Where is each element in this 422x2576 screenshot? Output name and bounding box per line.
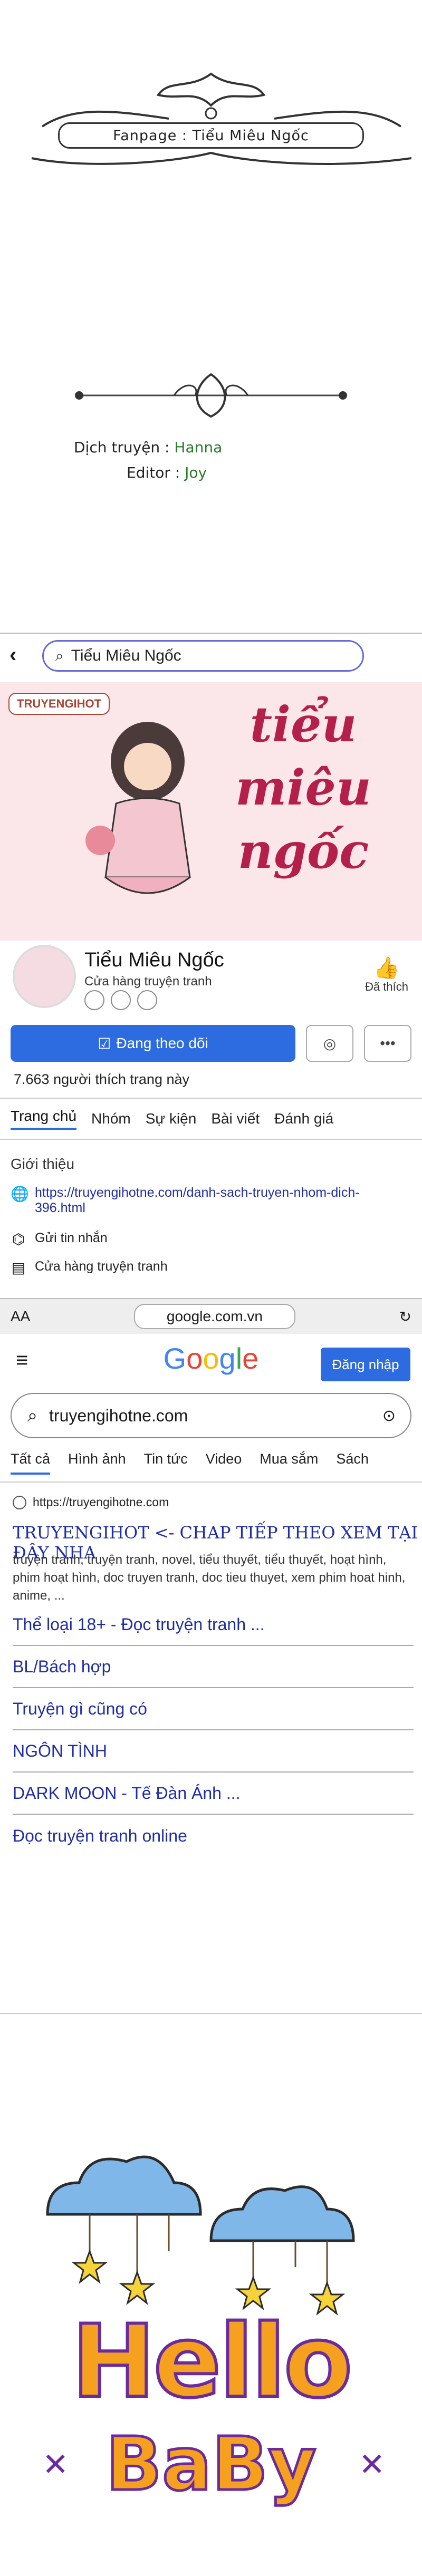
- sparkle-icon: ✕: [42, 2447, 69, 2482]
- profile-row: Tiểu Miêu Ngốc Cửa hàng truyện tranh 👍 Đ…: [0, 945, 422, 1010]
- fb-tab-bar: Trang chủ Nhóm Sự kiện Bài viết Đánh giá: [0, 1098, 422, 1140]
- messenger-icon: ⌬: [12, 1231, 25, 1247]
- result-site: https://truyengihotne.com: [13, 1495, 169, 1509]
- shop-icon: ▤: [11, 1260, 26, 1276]
- sparkle-icon: ✕: [359, 2447, 386, 2482]
- google-screenshot: ≡ Google Đăng nhập ⌕ truyengihotne.com ⊙…: [0, 1334, 422, 2014]
- check-icon: ☑: [98, 1035, 111, 1052]
- action-buttons: ☑ Đang theo dõi ◎ •••: [11, 1025, 411, 1062]
- fanpage-label: Fanpage : Tiểu Miêu Ngốc: [58, 122, 364, 149]
- facebook-screenshot: ‹ ⌕ Tiểu Miêu Ngốc TRUYENGIHOT tiểu miêu…: [0, 633, 422, 1334]
- badge-icon: [137, 990, 157, 1010]
- page-name[interactable]: Tiểu Miêu Ngốc: [84, 949, 224, 972]
- tab-books[interactable]: Sách: [336, 1451, 369, 1475]
- back-arrow-icon[interactable]: ‹: [9, 643, 16, 667]
- result-url: https://truyengihotne.com: [33, 1495, 169, 1509]
- info-website[interactable]: 🌐 https://truyengihotne.com/danh-sach-tr…: [11, 1185, 401, 1216]
- search-icon: ⌕: [27, 1405, 38, 1426]
- editor-row: Editor : Joy: [127, 464, 207, 481]
- baby-text: BaBy: [104, 2422, 318, 2507]
- thumbs-up-icon: 👍: [373, 956, 400, 980]
- cover-tag: TRUYENGIHOT: [8, 693, 110, 715]
- page-category: Cửa hàng truyện tranh: [84, 974, 212, 989]
- more-icon: •••: [380, 1035, 396, 1051]
- translator-row: Dịch truyện : Hanna: [74, 439, 222, 456]
- translator-value: Hanna: [174, 439, 223, 456]
- badge-icon: [111, 990, 131, 1010]
- website-link[interactable]: https://truyengihotne.com/danh-sach-truy…: [35, 1185, 401, 1216]
- fb-search-bar[interactable]: ⌕ Tiểu Miêu Ngốc: [42, 640, 364, 672]
- login-button[interactable]: Đăng nhập: [321, 1348, 410, 1381]
- editor-label: Editor :: [127, 464, 180, 481]
- google-tab-bar: Tất cả Hình ảnh Tin tức Video Mua sắm Sá…: [11, 1451, 369, 1475]
- divider-ornament-icon: [75, 373, 347, 418]
- reload-icon[interactable]: ↻: [399, 1308, 411, 1325]
- logo-letter: l: [235, 1342, 243, 1375]
- logo-letter: o: [186, 1342, 203, 1375]
- scroll-ornament-icon: [31, 72, 411, 165]
- sitelink[interactable]: Đọc truyện tranh online: [13, 1815, 414, 1857]
- messenger-button[interactable]: ◎: [306, 1025, 353, 1062]
- search-query: truyengihotne.com: [49, 1406, 188, 1425]
- avatar[interactable]: [13, 945, 76, 1008]
- tab-home[interactable]: Trang chủ: [11, 1108, 77, 1130]
- camera-icon[interactable]: ⊙: [382, 1407, 396, 1425]
- tab-posts[interactable]: Bài viết: [211, 1110, 260, 1127]
- translator-label: Dịch truyện :: [74, 439, 170, 456]
- hello-baby-sticker: Hello BaBy ✕ ✕: [0, 2130, 422, 2576]
- messenger-icon: ◎: [323, 1035, 337, 1052]
- logo-letter: G: [163, 1342, 187, 1375]
- favicon-icon: [13, 1495, 26, 1509]
- tab-all[interactable]: Tất cả: [11, 1451, 51, 1475]
- follow-button[interactable]: ☑ Đang theo dõi: [11, 1025, 295, 1062]
- tab-images[interactable]: Hình ảnh: [68, 1451, 126, 1475]
- sitelink[interactable]: BL/Bách hợp: [13, 1646, 414, 1688]
- sitelink[interactable]: NGÔN TÌNH: [13, 1730, 414, 1773]
- result-snippet: truyện tranh, truyện tranh, novel, tiểu …: [13, 1553, 406, 1603]
- send-message-link[interactable]: Gửi tin nhắn: [35, 1231, 108, 1248]
- editor-value: Joy: [185, 464, 207, 481]
- globe-icon: 🌐: [11, 1186, 29, 1202]
- google-search-input[interactable]: ⌕ truyengihotne.com ⊙: [11, 1393, 411, 1438]
- tab-shopping[interactable]: Mua sắm: [260, 1451, 318, 1475]
- cover-photo: TRUYENGIHOT tiểu miêu ngốc: [0, 682, 422, 941]
- cover-title: tiểu miêu ngốc: [235, 696, 371, 879]
- reader-mode-button[interactable]: AA: [11, 1308, 30, 1325]
- url-field[interactable]: google.com.vn: [133, 1304, 295, 1329]
- browser-address-bar: AA google.com.vn ↻: [0, 1298, 422, 1334]
- hello-text: Hello: [70, 2303, 354, 2420]
- fb-search-text: Tiểu Miêu Ngốc: [71, 647, 181, 664]
- tab-events[interactable]: Sự kiện: [146, 1110, 197, 1127]
- badge-icon: [84, 990, 104, 1010]
- likes-count: 7.663 người thích trang này: [14, 1071, 189, 1087]
- logo-letter: g: [219, 1342, 236, 1375]
- tab-news[interactable]: Tin tức: [144, 1451, 188, 1475]
- liked-label: Đã thích: [365, 980, 408, 993]
- sitelink[interactable]: Thể loại 18+ - Đọc truyện tranh ...: [13, 1604, 414, 1646]
- info-shop: ▤ Cửa hàng truyện tranh: [11, 1259, 168, 1276]
- search-icon: ⌕: [55, 647, 64, 664]
- shop-category: Cửa hàng truyện tranh: [35, 1259, 168, 1274]
- tab-video[interactable]: Video: [206, 1451, 242, 1475]
- divider: [0, 1481, 422, 1483]
- girl-illustration-icon: [85, 722, 191, 894]
- logo-letter: e: [242, 1342, 259, 1375]
- liked-indicator[interactable]: 👍 Đã thích: [365, 955, 408, 994]
- sitelink[interactable]: DARK MOON - Tế Đàn Ánh ...: [13, 1773, 414, 1815]
- logo-letter: o: [203, 1342, 219, 1375]
- badge-icons: [84, 990, 157, 1010]
- more-button[interactable]: •••: [364, 1025, 411, 1062]
- tab-groups[interactable]: Nhóm: [91, 1110, 131, 1127]
- info-message[interactable]: ⌬ Gửi tin nhắn: [11, 1231, 108, 1248]
- tab-reviews[interactable]: Đánh giá: [274, 1110, 333, 1127]
- intro-heading: Giới thiệu: [11, 1156, 75, 1172]
- follow-label: Đang theo dõi: [116, 1035, 208, 1051]
- sitelink[interactable]: Truyện gì cũng có: [13, 1688, 414, 1730]
